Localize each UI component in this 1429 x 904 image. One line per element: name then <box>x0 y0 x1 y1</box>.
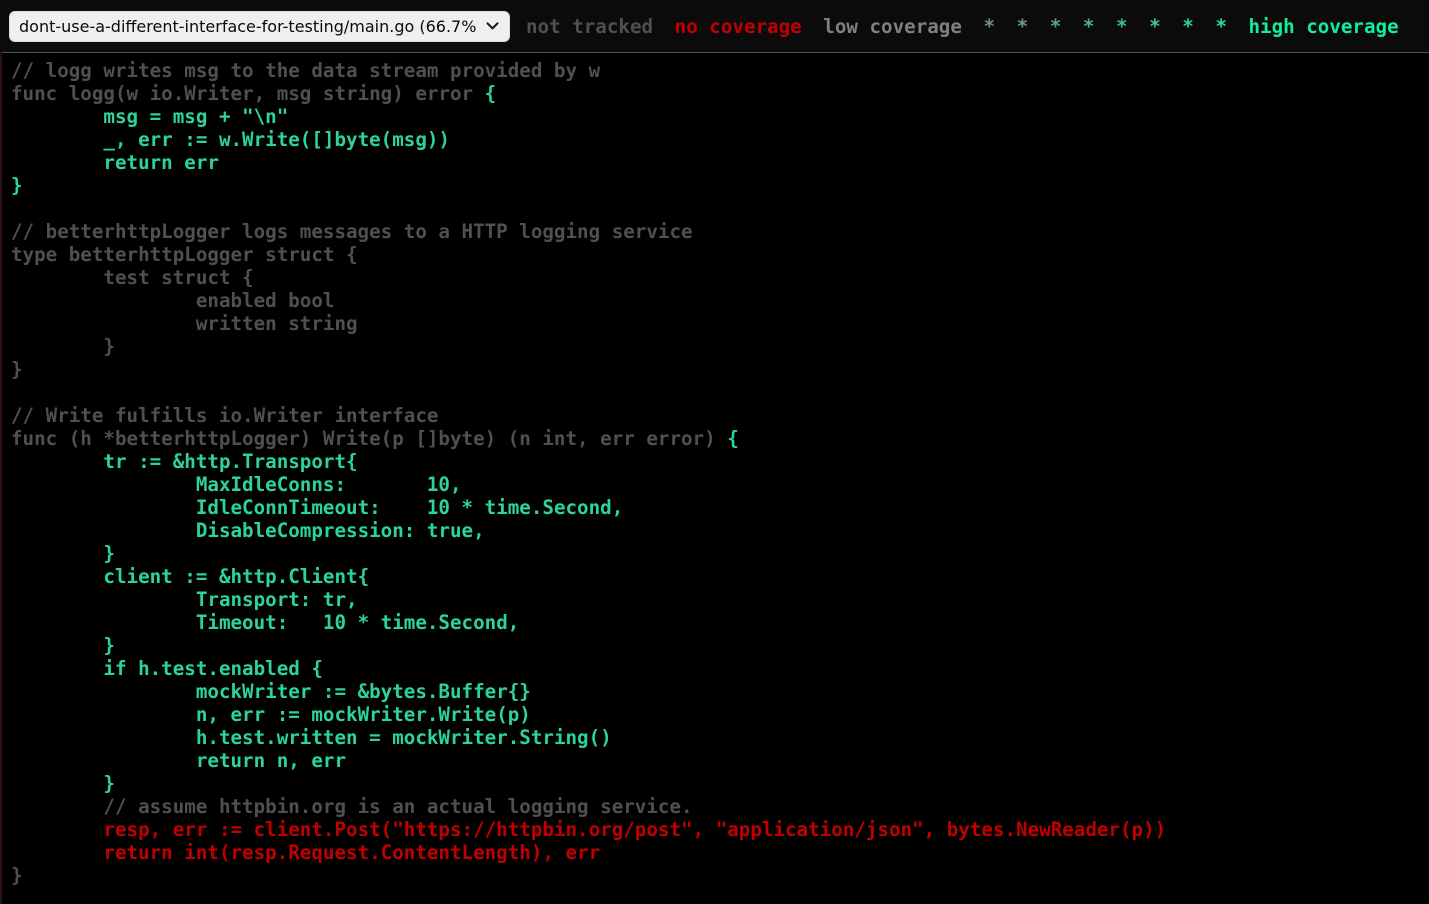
legend-item-6: * <box>1083 15 1095 38</box>
code-segment-covered: return err <box>11 151 219 174</box>
code-segment-untracked: } <box>11 864 23 887</box>
code-segment-covered: mockWriter := &bytes.Buffer{} <box>11 680 531 703</box>
code-segment-covered: { <box>727 427 739 450</box>
legend-item-7: * <box>1116 15 1128 38</box>
code-segment-covered: } <box>11 174 23 197</box>
coverage-content: // logg writes msg to the data stream pr… <box>0 53 1429 887</box>
legend-item-2: low coverage <box>823 15 962 38</box>
code-segment-untracked: test struct { <box>11 266 254 289</box>
code-segment-untracked: func logg(w io.Writer, msg string) error <box>11 82 485 105</box>
code-segment-covered: return n, err <box>11 749 346 772</box>
code-segment-untracked: // betterhttpLogger logs messages to a H… <box>11 220 693 243</box>
topbar: dont-use-a-different-interface-for-testi… <box>0 0 1429 53</box>
code-segment-untracked: type betterhttpLogger struct { <box>11 243 358 266</box>
window-edge-strip <box>0 52 2 904</box>
code-segment-covered: client := &http.Client{ <box>11 565 369 588</box>
legend-item-1: no coverage <box>675 15 802 38</box>
code-segment-untracked: func (h *betterhttpLogger) Write(p []byt… <box>11 427 727 450</box>
file-selector-wrap: dont-use-a-different-interface-for-testi… <box>9 11 510 42</box>
code-segment-covered: tr := &http.Transport{ <box>11 450 358 473</box>
legend-item-5: * <box>1050 15 1062 38</box>
code-segment-uncovered: return int(resp.Request.ContentLength), … <box>11 841 600 864</box>
code-segment-untracked: // assume httpbin.org is an actual loggi… <box>11 795 693 818</box>
code-view: // logg writes msg to the data stream pr… <box>11 59 1429 887</box>
code-segment-covered: } <box>11 772 115 795</box>
code-segment-untracked: } <box>11 335 115 358</box>
code-segment-covered: { <box>485 82 497 105</box>
code-segment-covered: msg = msg + "\n" <box>11 105 288 128</box>
file-selector[interactable]: dont-use-a-different-interface-for-testi… <box>9 11 510 42</box>
legend-item-0: not tracked <box>526 15 653 38</box>
code-segment-covered: } <box>11 542 115 565</box>
code-segment-covered: _, err := w.Write([]byte(msg)) <box>11 128 450 151</box>
code-segment-untracked: enabled bool <box>11 289 334 312</box>
legend-item-3: * <box>983 15 995 38</box>
code-segment-uncovered: resp, err := client.Post("https://httpbi… <box>11 818 1166 841</box>
code-segment-untracked: written string <box>11 312 358 335</box>
code-segment-covered: } <box>11 634 115 657</box>
code-segment-covered: n, err := mockWriter.Write(p) <box>11 703 531 726</box>
legend-item-8: * <box>1149 15 1161 38</box>
legend-item-11: high coverage <box>1248 15 1398 38</box>
code-segment-covered: h.test.written = mockWriter.String() <box>11 726 612 749</box>
code-segment-covered: IdleConnTimeout: 10 * time.Second, <box>11 496 623 519</box>
legend-item-4: * <box>1017 15 1029 38</box>
code-segment-covered: MaxIdleConns: 10, <box>11 473 462 496</box>
legend-item-10: * <box>1215 15 1227 38</box>
code-segment-covered: if h.test.enabled { <box>11 657 323 680</box>
code-segment-untracked: // logg writes msg to the data stream pr… <box>11 59 600 82</box>
code-segment-untracked: } <box>11 358 23 381</box>
legend-item-9: * <box>1182 15 1194 38</box>
coverage-legend: not tracked no coverage low coverage * *… <box>521 15 1404 38</box>
code-segment-untracked: // Write fulfills io.Writer interface <box>11 404 438 427</box>
code-segment-covered: DisableCompression: true, <box>11 519 485 542</box>
code-segment-covered: Transport: tr, <box>11 588 358 611</box>
code-segment-covered: Timeout: 10 * time.Second, <box>11 611 519 634</box>
